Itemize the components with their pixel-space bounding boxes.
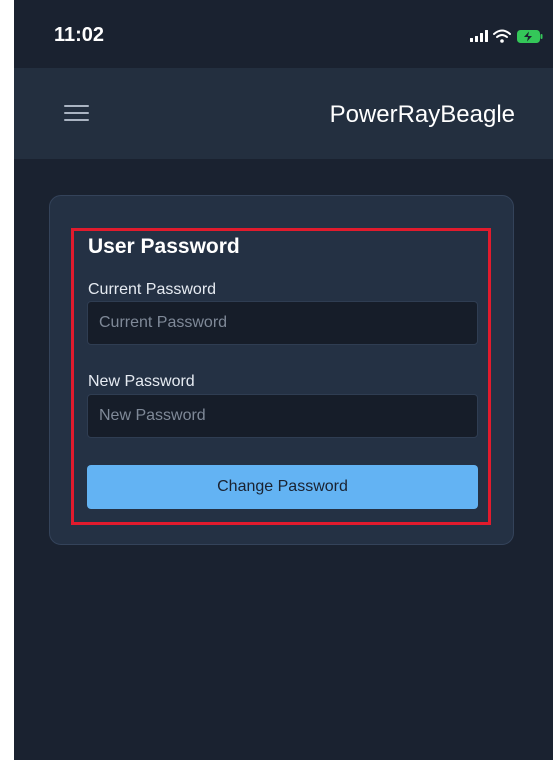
status-time: 11:02	[54, 24, 105, 46]
form-title: User Password	[88, 235, 240, 258]
hamburger-menu-icon[interactable]	[64, 105, 89, 122]
wifi-icon	[493, 29, 511, 43]
current-password-field[interactable]	[87, 301, 478, 345]
new-password-label: New Password	[88, 373, 195, 390]
battery-charging-icon	[517, 29, 543, 43]
status-icons	[470, 26, 543, 46]
app-header: PowerRayBeagle	[14, 68, 553, 159]
new-password-field[interactable]	[87, 394, 478, 438]
current-password-label: Current Password	[88, 281, 217, 298]
status-bar: 11:02	[14, 0, 553, 68]
change-password-button[interactable]: Change Password	[87, 465, 478, 509]
app-title: PowerRayBeagle	[329, 101, 515, 128]
app-screen: 11:02 PowerRayBeagle User Password Curre…	[14, 0, 553, 760]
signal-icon	[470, 30, 488, 42]
